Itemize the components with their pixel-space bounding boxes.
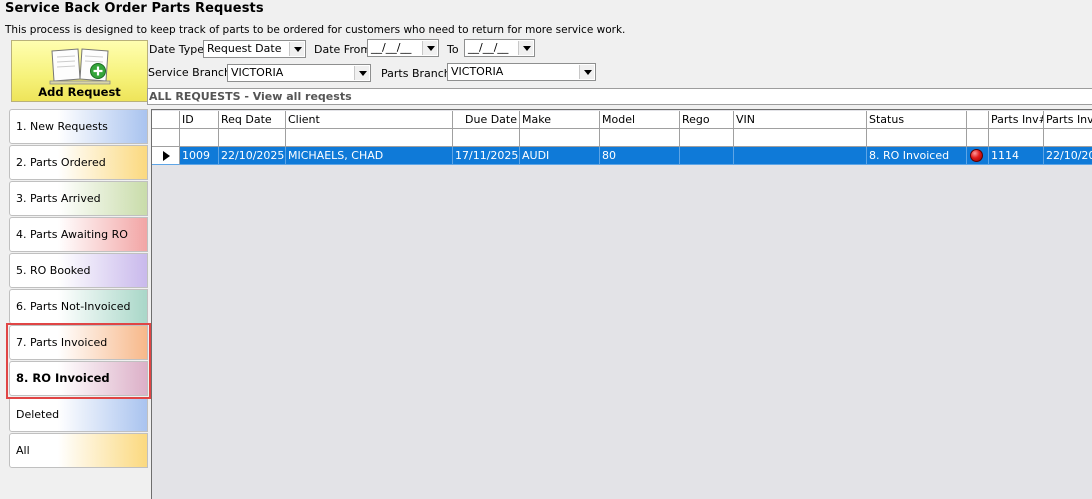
- filter-cell-parts-inv[interactable]: [1044, 129, 1092, 147]
- chevron-down-icon[interactable]: [289, 42, 304, 56]
- filter-cell-status-icon[interactable]: [967, 129, 989, 147]
- date-from-picker[interactable]: __/__/__: [367, 39, 439, 57]
- column-header-model[interactable]: Model: [600, 111, 680, 129]
- date-to-picker[interactable]: __/__/__: [464, 39, 535, 57]
- column-header-vin[interactable]: VIN: [734, 111, 867, 129]
- row-indicator-header: [152, 111, 180, 129]
- service-branch-label: Service Branch: [148, 66, 231, 79]
- parts-branch-label: Parts Branch: [381, 67, 451, 80]
- sidebar-item-deleted[interactable]: Deleted: [9, 397, 148, 432]
- cell-model[interactable]: 80: [600, 147, 680, 165]
- chevron-down-icon[interactable]: [422, 41, 437, 55]
- cell-make[interactable]: AUDI: [520, 147, 600, 165]
- column-header-make[interactable]: Make: [520, 111, 600, 129]
- cell-req-date[interactable]: 22/10/2025: [219, 147, 286, 165]
- sidebar-item-label: Deleted: [16, 408, 60, 421]
- sidebar-item-parts-ordered[interactable]: 2. Parts Ordered: [9, 145, 148, 180]
- date-type-label: Date Type: [149, 43, 205, 56]
- column-header-status[interactable]: Status: [867, 111, 967, 129]
- chevron-down-icon[interactable]: [354, 66, 369, 80]
- window-subtitle: This process is designed to keep track o…: [5, 24, 626, 36]
- sidebar-item-label: 5. RO Booked: [16, 264, 91, 277]
- column-header-status-icon[interactable]: [967, 111, 989, 129]
- row-pointer-icon[interactable]: [152, 147, 180, 165]
- sidebar-item-parts-not-invoiced[interactable]: 6. Parts Not-Invoiced: [9, 289, 148, 324]
- filter-cell-req-date[interactable]: [219, 129, 286, 147]
- date-type-select[interactable]: Request Date: [203, 40, 306, 58]
- parts-branch-value: VICTORIA: [451, 65, 504, 78]
- sidebar-item-all[interactable]: All: [9, 433, 148, 468]
- sidebar-item-ro-booked[interactable]: 5. RO Booked: [9, 253, 148, 288]
- cell-parts-inv-no[interactable]: 1114: [989, 147, 1044, 165]
- filter-cell-vin[interactable]: [734, 129, 867, 147]
- cell-rego[interactable]: [680, 147, 734, 165]
- add-request-label: Add Request: [38, 85, 121, 99]
- filter-cell-due-date[interactable]: [453, 129, 520, 147]
- sidebar-item-label: 4. Parts Awaiting RO: [16, 228, 128, 241]
- cell-status[interactable]: 8. RO Invoiced: [867, 147, 967, 165]
- date-to-label: To: [447, 43, 459, 56]
- cell-status-icon[interactable]: [967, 147, 989, 165]
- date-type-value: Request Date: [207, 42, 282, 55]
- view-header: ALL REQUESTS - View all reqests: [147, 88, 1092, 105]
- filter-cell-rego[interactable]: [680, 129, 734, 147]
- requests-grid[interactable]: ID Req Date Client Due Date Make Model R…: [151, 109, 1092, 499]
- chevron-down-icon[interactable]: [518, 41, 533, 55]
- sidebar-selection-highlight: [6, 323, 151, 399]
- sidebar-item-label: 6. Parts Not-Invoiced: [16, 300, 131, 313]
- column-header-parts-inv[interactable]: Parts Inv: [1044, 111, 1092, 129]
- filter-cell-make[interactable]: [520, 129, 600, 147]
- cell-vin[interactable]: [734, 147, 867, 165]
- sidebar-item-parts-awaiting-ro[interactable]: 4. Parts Awaiting RO: [9, 217, 148, 252]
- filter-cell-id[interactable]: [180, 129, 219, 147]
- sidebar-item-new-requests[interactable]: 1. New Requests: [9, 109, 148, 144]
- date-to-value: __/__/__: [468, 41, 509, 54]
- filter-cell-model[interactable]: [600, 129, 680, 147]
- column-header-req-date[interactable]: Req Date: [219, 111, 286, 129]
- service-branch-select[interactable]: VICTORIA: [227, 64, 371, 82]
- cell-id[interactable]: 1009: [180, 147, 219, 165]
- filter-cell: [152, 129, 180, 147]
- sidebar-item-label: 3. Parts Arrived: [16, 192, 101, 205]
- filter-cell-status[interactable]: [867, 129, 967, 147]
- column-header-rego[interactable]: Rego: [680, 111, 734, 129]
- cell-parts-inv[interactable]: 22/10/20: [1044, 147, 1092, 165]
- sidebar-item-label: 1. New Requests: [16, 120, 108, 133]
- filter-cell-client[interactable]: [286, 129, 453, 147]
- window-title: Service Back Order Parts Requests: [5, 1, 264, 16]
- sidebar-item-parts-arrived[interactable]: 3. Parts Arrived: [9, 181, 148, 216]
- add-request-button[interactable]: Add Request: [11, 40, 148, 102]
- red-dot-icon: [970, 149, 983, 162]
- column-header-due-date[interactable]: Due Date: [453, 111, 520, 129]
- chevron-down-icon[interactable]: [579, 65, 594, 79]
- column-header-id[interactable]: ID: [180, 111, 219, 129]
- date-from-label: Date From: [314, 43, 372, 56]
- column-header-client[interactable]: Client: [286, 111, 453, 129]
- sidebar-item-label: All: [16, 444, 30, 457]
- cell-due-date[interactable]: 17/11/2025: [453, 147, 520, 165]
- filter-cell-parts-inv-no[interactable]: [989, 129, 1044, 147]
- column-header-parts-inv-no[interactable]: Parts Inv#: [989, 111, 1044, 129]
- sidebar-item-label: 2. Parts Ordered: [16, 156, 106, 169]
- service-branch-value: VICTORIA: [231, 66, 284, 79]
- parts-branch-select[interactable]: VICTORIA: [447, 63, 596, 81]
- book-add-icon: [49, 48, 111, 85]
- date-from-value: __/__/__: [371, 41, 412, 54]
- cell-client[interactable]: MICHAELS, CHAD: [286, 147, 453, 165]
